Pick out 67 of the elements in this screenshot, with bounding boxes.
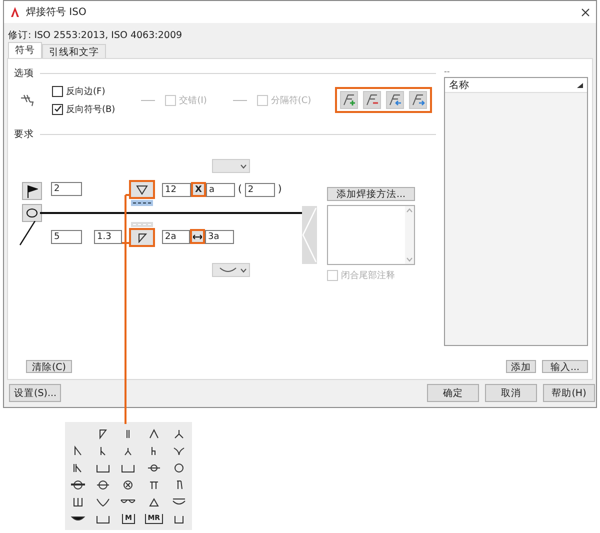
parenthesis: ) — [278, 184, 282, 195]
input-field[interactable]: 2 — [51, 182, 82, 196]
close-icon[interactable] — [581, 8, 590, 16]
tail-drawing — [302, 206, 317, 264]
tab[interactable]: 引线和文字 — [42, 44, 106, 58]
revision-text: 修订: ISO 2553:2013, ISO 4063:2009 — [7, 29, 184, 43]
tool-button[interactable] — [409, 91, 427, 109]
triangle-icon — [136, 184, 148, 194]
tool-button[interactable] — [386, 91, 404, 109]
flag-button[interactable] — [22, 182, 42, 200]
dialog-button[interactable]: 确定 — [427, 384, 479, 402]
panel-button[interactable]: 输入... — [542, 360, 588, 373]
multiply-button[interactable]: X — [191, 182, 206, 197]
leader-tool-icon — [342, 93, 356, 107]
dashed-line-button[interactable] — [131, 200, 153, 206]
double-arrow-icon — [193, 234, 202, 240]
weld-symbol-button[interactable] — [129, 180, 155, 199]
panel-caption: -- — [444, 67, 451, 77]
tool-button[interactable] — [363, 91, 381, 109]
section-title: 要求 — [14, 128, 34, 141]
weld-symbol-button[interactable] — [129, 228, 155, 247]
fillet-icon — [136, 232, 148, 242]
check-icon — [54, 105, 62, 113]
weld-symbol-icon[interactable] — [146, 462, 162, 474]
circle-icon — [25, 207, 39, 219]
chevron-icon — [240, 268, 247, 272]
panel-button[interactable]: 添加 — [506, 360, 536, 373]
app-logo-icon — [10, 7, 20, 17]
sort-icon — [577, 82, 583, 88]
flag-icon — [26, 184, 38, 198]
leader-tool-icon — [411, 93, 425, 107]
input-field[interactable]: a — [206, 182, 235, 196]
dropdown[interactable] — [212, 263, 250, 277]
weld-symbol-icon[interactable] — [171, 496, 188, 508]
circle-button[interactable] — [22, 204, 42, 222]
checkbox[interactable] — [52, 86, 63, 96]
input-field[interactable]: 12 — [162, 182, 191, 196]
leader-tool-icon — [388, 93, 402, 107]
chevron-icon — [240, 164, 247, 168]
checkbox-label: 交错(I) — [179, 94, 207, 106]
input-field[interactable]: 3a — [205, 230, 234, 244]
checkbox-label: 反向符号(B) — [66, 104, 116, 116]
settings-button[interactable]: 设置(S)... — [9, 384, 61, 402]
add-method-button[interactable]: 添加焊接方法... — [327, 187, 415, 201]
input-field[interactable]: 5 — [51, 230, 82, 244]
leader-tool-icon — [365, 93, 379, 107]
dialog-button[interactable]: 取消 — [485, 384, 537, 402]
arc-icon — [219, 267, 237, 273]
window-title: 焊接符号 ISO — [26, 6, 88, 19]
checkbox-label: 闭合尾部注释 — [341, 270, 395, 282]
checkbox-label: 反向边(F) — [66, 86, 106, 98]
input-field[interactable]: 2 — [244, 182, 275, 196]
dialog-button[interactable]: 帮助(H) — [543, 384, 595, 402]
weld-symbol-icon[interactable] — [70, 478, 86, 490]
spacing-button[interactable] — [190, 229, 205, 244]
input-field[interactable]: 1.3 — [94, 230, 122, 244]
checkbox[interactable] — [52, 104, 63, 114]
section-title: 选项 — [14, 67, 34, 80]
parenthesis: ( — [238, 184, 242, 195]
clear-button[interactable]: 清除(C) — [26, 360, 72, 373]
input-field[interactable]: 2a — [162, 230, 190, 244]
tool-button[interactable] — [340, 91, 358, 109]
weld-symbol-icon[interactable] — [95, 478, 112, 490]
checkbox-label: 分隔符(C) — [270, 94, 312, 106]
column-title: 名称 — [449, 79, 469, 92]
column-header[interactable]: 名称 — [445, 78, 587, 93]
tab[interactable]: 符号 — [8, 42, 42, 58]
